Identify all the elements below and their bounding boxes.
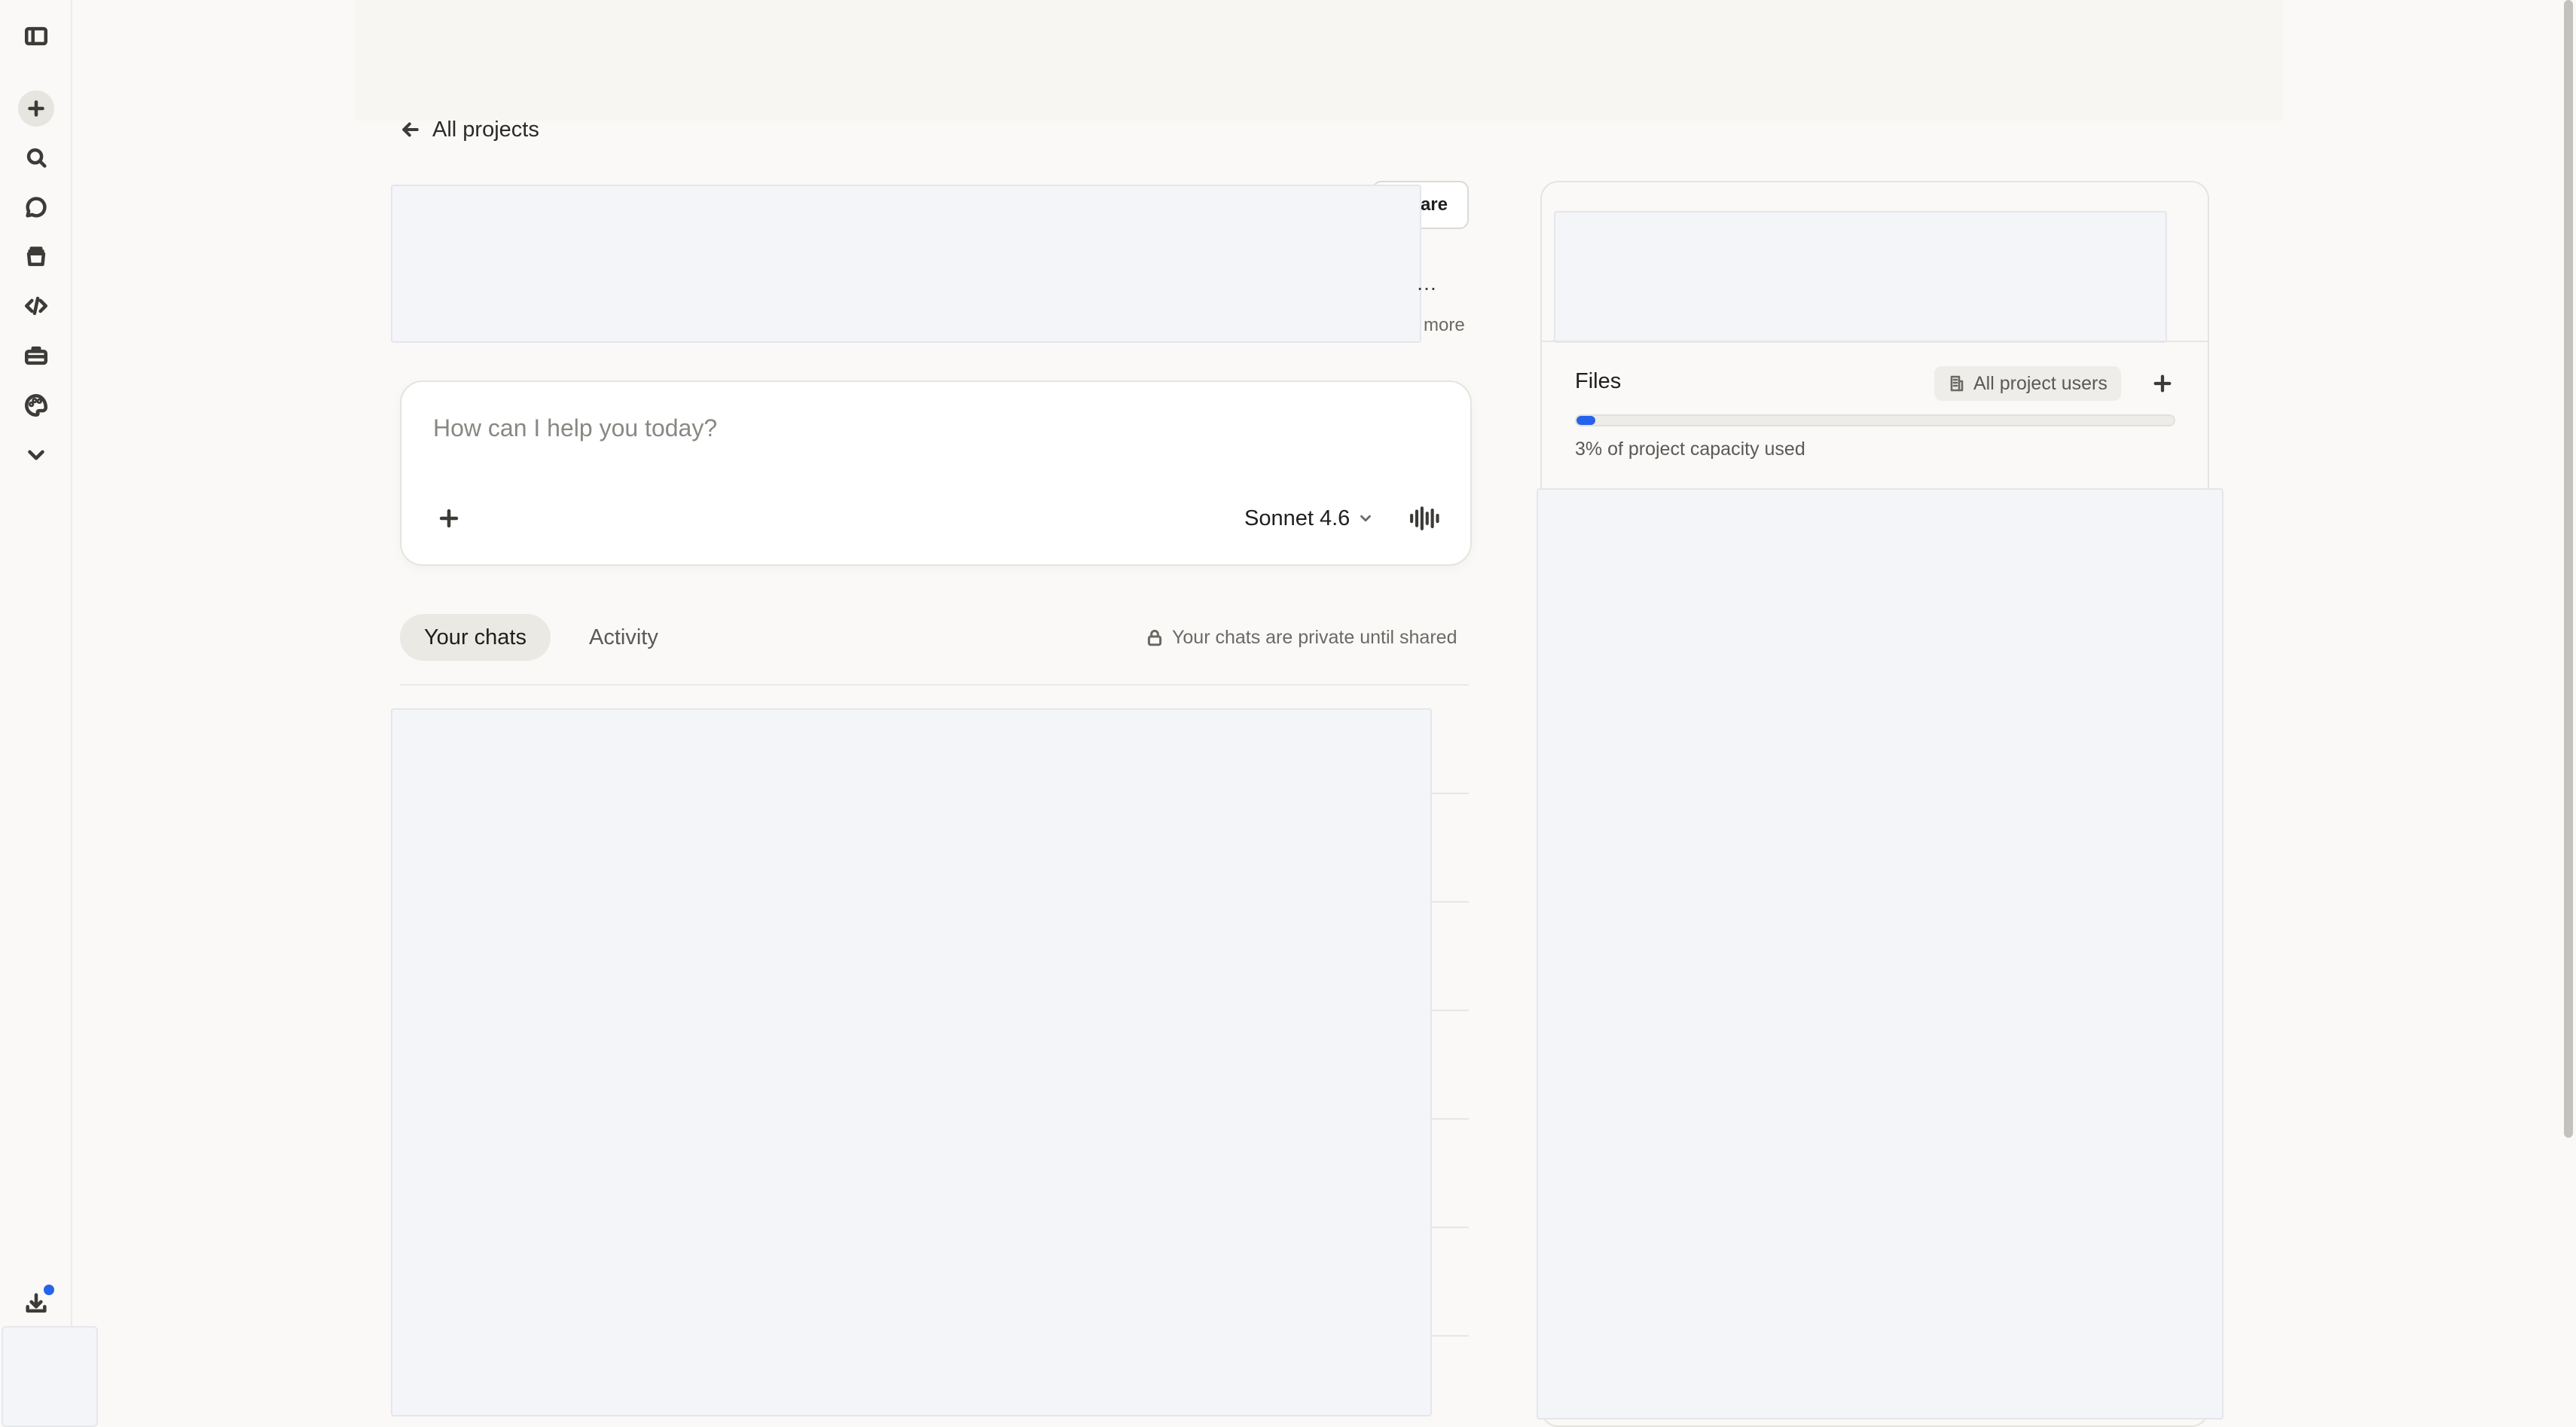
top-band xyxy=(354,0,2282,121)
instructions-placeholder xyxy=(1554,211,2167,343)
user-menu-placeholder[interactable] xyxy=(2,1326,98,1427)
plus-icon xyxy=(2153,374,2172,393)
tabs-divider xyxy=(400,684,1469,686)
chat-row-divider xyxy=(1427,1118,1469,1120)
plus-icon xyxy=(439,509,459,528)
share-button-label: are xyxy=(1420,194,1448,215)
arrow-left-icon xyxy=(402,122,419,137)
capacity-bar xyxy=(1575,414,2175,426)
view-more-link[interactable]: more xyxy=(1424,315,1465,336)
chat-row-divider xyxy=(1427,1335,1469,1337)
all-projects-label: All projects xyxy=(432,117,539,142)
prompt-input[interactable] xyxy=(432,411,1411,445)
description-ellipsis: … xyxy=(1416,271,1437,295)
chevron-down-icon[interactable] xyxy=(18,437,54,473)
project-header-placeholder xyxy=(391,185,1421,343)
left-rail xyxy=(0,0,72,1427)
files-title: Files xyxy=(1575,369,1622,393)
chat-row-divider xyxy=(1427,1227,1469,1228)
tab-your-chats[interactable]: Your chats xyxy=(400,614,551,661)
chevron-down-icon xyxy=(1360,515,1372,522)
lock-icon xyxy=(1147,629,1162,646)
model-label: Sonnet 4.6 xyxy=(1244,506,1351,530)
all-projects-link[interactable]: All projects xyxy=(399,113,539,146)
files-list-placeholder xyxy=(1537,488,2223,1419)
code-icon[interactable] xyxy=(18,288,54,324)
chat-composer xyxy=(400,380,1472,566)
toolbox-icon[interactable] xyxy=(18,338,54,374)
privacy-note: Your chats are private until shared xyxy=(1145,624,1457,651)
chat-list-placeholder xyxy=(391,708,1432,1416)
building-icon xyxy=(1950,375,1964,392)
palette-icon[interactable] xyxy=(18,387,54,423)
chat-row-divider xyxy=(1427,1010,1469,1011)
search-icon[interactable] xyxy=(18,139,54,176)
capacity-bar-fill xyxy=(1576,416,1596,425)
chat-row-divider xyxy=(1427,793,1469,794)
privacy-note-text: Your chats are private until shared xyxy=(1172,626,1457,648)
model-selector[interactable]: Sonnet 4.6 xyxy=(1244,500,1374,536)
notification-dot xyxy=(44,1285,54,1295)
voice-mode-button[interactable] xyxy=(1406,500,1445,536)
capacity-text: 3% of project capacity used xyxy=(1575,438,1805,460)
tab-activity[interactable]: Activity xyxy=(566,614,681,661)
waveform-icon xyxy=(1410,506,1439,530)
add-file-button[interactable] xyxy=(2144,365,2181,402)
files-scope-badge[interactable]: All project users xyxy=(1934,366,2121,401)
panel-divider xyxy=(1542,341,2208,342)
sidebar-toggle-icon[interactable] xyxy=(18,18,54,54)
chats-icon[interactable] xyxy=(18,189,54,225)
new-chat-icon[interactable] xyxy=(18,90,54,127)
attach-button[interactable] xyxy=(431,500,467,536)
scrollbar-thumb[interactable] xyxy=(2564,0,2573,1138)
chat-row-divider xyxy=(1427,901,1469,903)
files-scope-label: All project users xyxy=(1973,372,2107,394)
projects-icon[interactable] xyxy=(18,239,54,275)
